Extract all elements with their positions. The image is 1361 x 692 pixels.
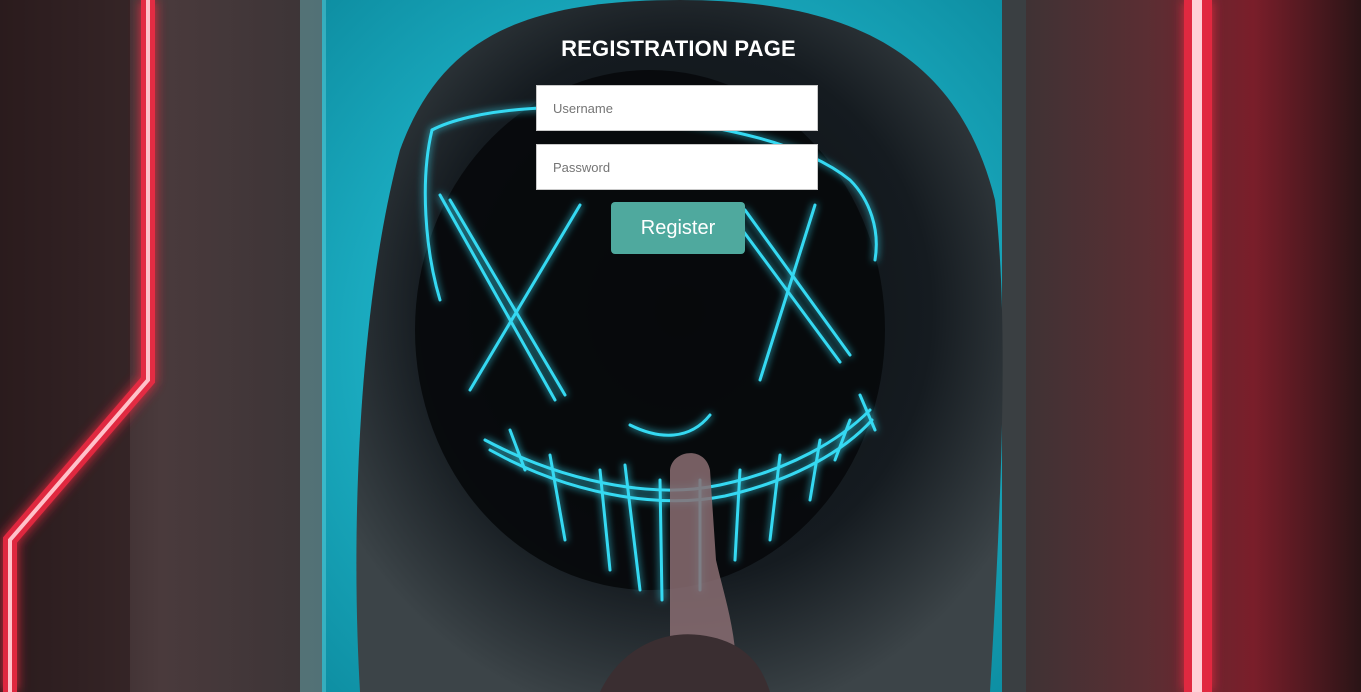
username-input[interactable]: [536, 85, 818, 131]
registration-page: REGISTRATION PAGE Register: [0, 0, 1361, 692]
registration-form: REGISTRATION PAGE Register: [0, 0, 1361, 692]
password-input[interactable]: [536, 144, 818, 190]
page-title: REGISTRATION PAGE: [561, 36, 796, 61]
register-button[interactable]: Register: [611, 202, 745, 254]
